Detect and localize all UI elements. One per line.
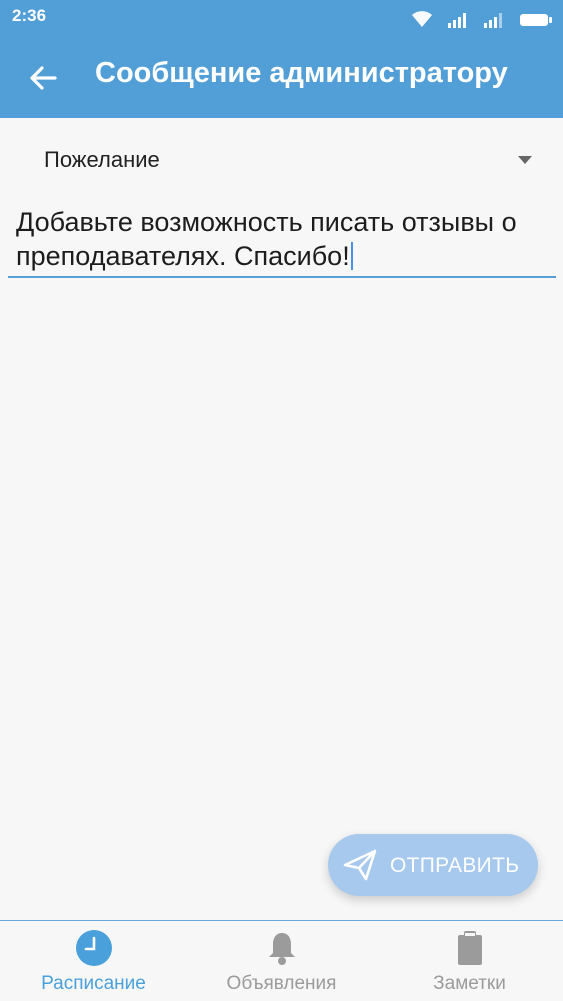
wifi-icon <box>412 11 432 27</box>
send-icon <box>343 849 377 881</box>
message-text: Добавьте возможность писать отзывы о пре… <box>16 207 517 271</box>
back-button[interactable] <box>20 58 66 98</box>
status-icons <box>411 6 553 28</box>
nav-label-notes: Заметки <box>433 973 506 994</box>
nav-item-announcements[interactable]: Объявления <box>188 921 375 1001</box>
status-time: 2:36 <box>12 6 47 25</box>
send-button[interactable]: ОТПРАВИТЬ <box>328 834 538 896</box>
nav-item-schedule[interactable]: Расписание <box>0 921 187 1001</box>
message-type-select[interactable]: Пожелание <box>28 136 548 184</box>
bell-icon <box>268 933 295 965</box>
status-bar: 2:36 <box>0 0 563 34</box>
signal-icon-2 <box>484 13 502 28</box>
text-cursor <box>350 242 353 270</box>
header: 2:36 Сообщение администратору <box>0 0 563 118</box>
clock-icon <box>75 930 112 966</box>
bottom-nav: Расписание Объявления Заметки <box>0 920 563 1001</box>
message-input[interactable]: Добавьте возможность писать отзывы о пре… <box>8 202 556 278</box>
signal-icon <box>448 13 466 28</box>
clipboard-icon <box>457 931 482 965</box>
battery-icon <box>520 14 552 26</box>
send-button-label: ОТПРАВИТЬ <box>390 854 520 877</box>
message-type-value: Пожелание <box>44 147 160 172</box>
arrow-left-icon <box>30 66 57 90</box>
app-bar: Сообщение администратору <box>0 36 563 118</box>
dropdown-arrow-icon <box>518 156 532 164</box>
nav-label-announcements: Объявления <box>226 973 337 994</box>
page-title: Сообщение администратору <box>95 57 508 89</box>
nav-label-schedule: Расписание <box>41 973 146 994</box>
nav-item-notes[interactable]: Заметки <box>376 921 563 1001</box>
